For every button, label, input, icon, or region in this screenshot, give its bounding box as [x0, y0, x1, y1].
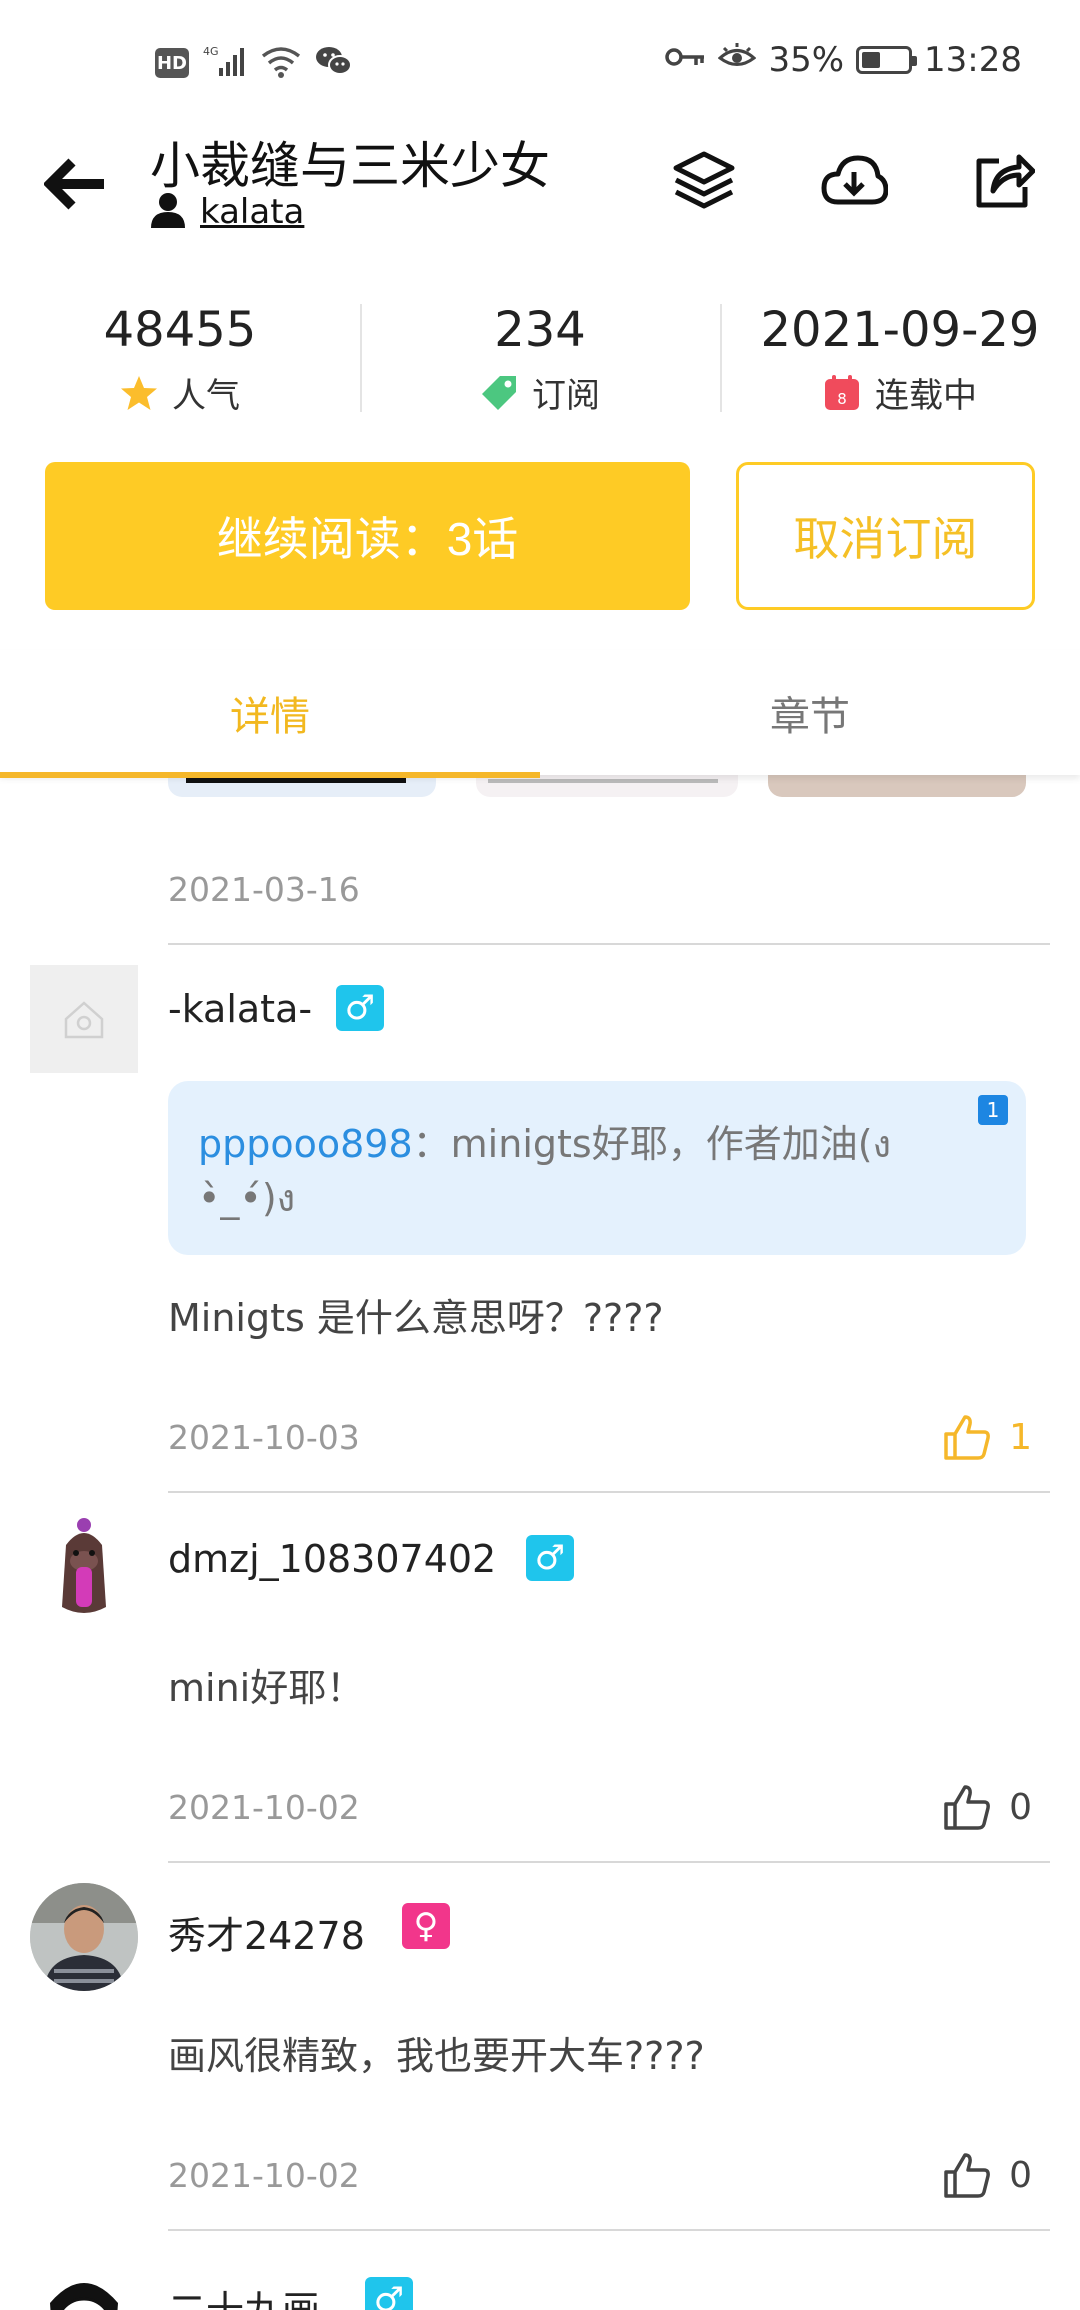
- thumbs-up-icon: [944, 2153, 990, 2198]
- thumbs-up-icon: [944, 1415, 990, 1460]
- user-avatar-image: [50, 2283, 118, 2310]
- comment-list: 2021-03-16 -kalata- ♂ pppooo898：minigts好…: [0, 775, 1080, 2310]
- stat-subscriptions: 234 订阅: [360, 298, 720, 428]
- tab-chapters[interactable]: 章节: [540, 650, 1080, 775]
- wifi-icon: [261, 44, 301, 82]
- star-icon: [121, 375, 157, 410]
- male-icon: ♂: [336, 985, 384, 1031]
- like-count: 1: [1009, 1416, 1032, 1458]
- share-icon: [976, 154, 1035, 208]
- avatar[interactable]: [30, 2263, 138, 2310]
- tab-details[interactable]: 详情: [0, 650, 540, 775]
- cloud-download-icon: [821, 155, 888, 205]
- wechat-icon: [315, 45, 353, 81]
- comment-username[interactable]: -kalata-: [168, 987, 312, 1031]
- share-button[interactable]: [968, 144, 1040, 216]
- quoted-username[interactable]: pppooo898: [198, 1122, 413, 1166]
- comment-text: Minigts 是什么意思呀？????: [168, 1296, 664, 1340]
- comment-date: 2021-10-02: [168, 1787, 360, 1827]
- comment-date-row: 2021-10-02 0: [168, 2121, 1050, 2231]
- key-icon: [664, 40, 706, 80]
- unsubscribe-button[interactable]: 取消订阅: [736, 462, 1035, 610]
- subscribe-label: 订阅: [532, 376, 600, 416]
- like-count: 0: [1009, 1786, 1032, 1828]
- detail-tabs: 详情 章节: [0, 650, 1080, 778]
- comment-date-row: 2021-03-16: [168, 835, 1050, 945]
- calendar-icon: 8: [825, 374, 859, 410]
- thumbnail-image[interactable]: [168, 775, 436, 797]
- subscribe-value: 234: [494, 302, 586, 358]
- comment-date: 2021-10-03: [168, 1417, 360, 1457]
- comment-username[interactable]: dmzj_108307402: [168, 1537, 496, 1581]
- hd-icon: HD: [155, 48, 189, 78]
- continue-reading-button[interactable]: 继续阅读：3话: [45, 462, 690, 610]
- comment-text: 画风很精致，我也要开大车????: [168, 2034, 705, 2078]
- thumbnail-strip: [0, 775, 1080, 797]
- like-button[interactable]: 0: [943, 2152, 1032, 2198]
- thumbnail-image[interactable]: [768, 775, 1026, 797]
- like-count: 0: [1009, 2154, 1032, 2196]
- cellular-signal-icon: 4G: [203, 44, 247, 82]
- status-label: 连载中: [875, 376, 977, 416]
- back-button[interactable]: [40, 148, 112, 220]
- svg-text:8: 8: [837, 390, 847, 408]
- comment-date-row: 2021-10-02 0: [168, 1753, 1050, 1863]
- male-icon: ♂: [526, 1535, 574, 1581]
- user-avatar-image: [62, 1518, 106, 1613]
- quoted-text-line2: •̀_•́)ง: [198, 1176, 296, 1220]
- like-button[interactable]: 1: [943, 1414, 1032, 1460]
- avatar[interactable]: [30, 965, 138, 1073]
- battery-icon: [856, 46, 918, 74]
- like-button[interactable]: 0: [943, 1784, 1032, 1830]
- clock: 13:28: [924, 40, 1022, 80]
- author-name: kalata: [200, 192, 305, 232]
- eye-comfort-icon: [718, 40, 757, 80]
- layers-button[interactable]: [668, 144, 740, 216]
- female-icon: ♀: [402, 1903, 450, 1949]
- battery-level: [862, 52, 880, 68]
- popularity-label: 人气: [172, 376, 240, 416]
- comment-username[interactable]: 秀才24278: [168, 1905, 365, 1960]
- author-link[interactable]: kalata: [150, 192, 304, 232]
- avatar[interactable]: [30, 1515, 138, 1623]
- comment-username[interactable]: 二十九画: [168, 2279, 320, 2310]
- thumbnail-image[interactable]: [476, 775, 738, 797]
- popularity-value: 48455: [103, 302, 257, 358]
- stat-update-date: 2021-09-29 8 连载中: [720, 298, 1080, 428]
- quote-count-badge: 1: [978, 1095, 1008, 1125]
- status-bar: HD 4G 35% 13:28: [0, 0, 1080, 120]
- stat-popularity: 48455 人气: [0, 298, 360, 428]
- comic-title: 小裁缝与三米少女: [150, 137, 550, 195]
- user-avatar-image: [30, 1883, 138, 1991]
- thumbs-up-icon: [944, 1785, 990, 1830]
- male-icon: ♂: [365, 2277, 413, 2310]
- quoted-text: minigts好耶，作者加油(ง: [450, 1122, 892, 1166]
- quoted-reply[interactable]: pppooo898：minigts好耶，作者加油(ง •̀_•́)ง 1: [168, 1081, 1026, 1255]
- comment-date-row: 2021-10-03 1: [168, 1383, 1050, 1493]
- active-tab-indicator: [0, 772, 540, 778]
- comic-header: 小裁缝与三米少女 kalata: [0, 120, 1080, 270]
- battery-percent: 35%: [768, 40, 845, 80]
- avatar[interactable]: [30, 1883, 138, 1991]
- back-arrow-icon: [44, 158, 104, 210]
- comment-date: 2021-03-16: [168, 869, 360, 909]
- comment-text: mini好耶！: [168, 1666, 365, 1710]
- update-date-value: 2021-09-29: [760, 302, 1040, 358]
- download-button[interactable]: [818, 144, 890, 216]
- tag-icon: [482, 375, 516, 410]
- person-icon: [150, 192, 186, 232]
- default-avatar-icon: [64, 1001, 104, 1039]
- svg-text:4G: 4G: [203, 45, 219, 58]
- comment-date: 2021-10-02: [168, 2155, 360, 2195]
- layers-icon: [673, 151, 735, 209]
- comic-stats: 48455 人气 234 订阅 2021-09-29 8 连载中: [0, 298, 1080, 428]
